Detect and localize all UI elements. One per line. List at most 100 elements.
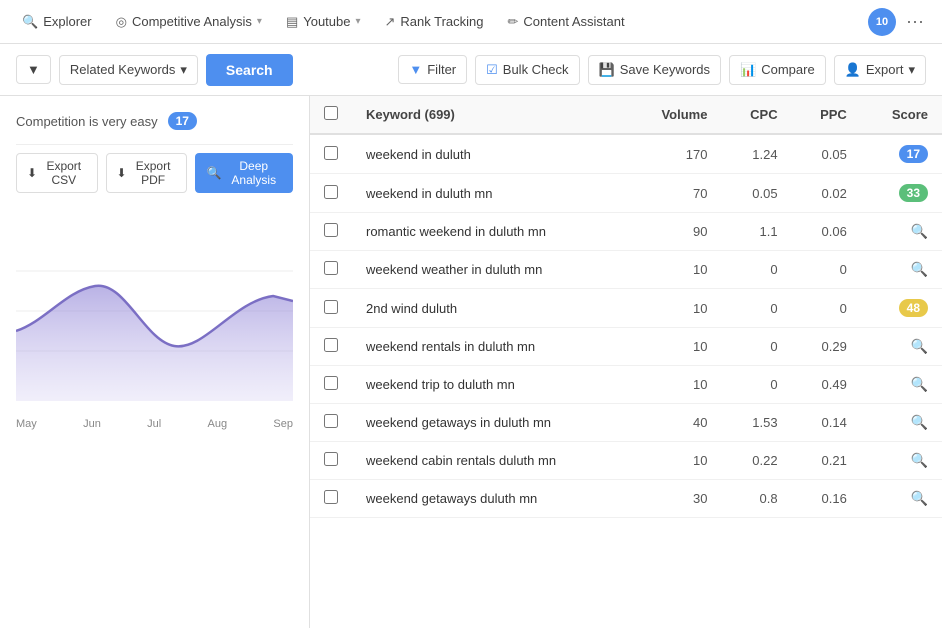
score-cell: 33 — [861, 174, 942, 213]
bulk-check-icon: ☑ — [486, 62, 498, 78]
save-keywords-label: Save Keywords — [620, 62, 710, 77]
table-row: romantic weekend in duluth mn901.10.06🔍 — [310, 213, 942, 251]
related-keywords-dropdown[interactable]: Related Keywords ▾ — [59, 55, 198, 85]
row-checkbox-5[interactable] — [324, 338, 338, 352]
search-icon-btn[interactable]: 🔍 — [911, 452, 928, 469]
cpc-cell: 0.22 — [721, 442, 791, 480]
volume-cell: 90 — [628, 213, 722, 251]
score-cell: 🔍 — [861, 251, 942, 289]
deep-analysis-button[interactable]: 🔍 Deep Analysis — [195, 153, 293, 193]
cpc-cell: 0 — [721, 366, 791, 404]
table-row: weekend in duluth1701.240.0517 — [310, 134, 942, 174]
filter-dropdown-button[interactable]: ▼ — [16, 55, 51, 84]
more-options-button[interactable]: ··· — [900, 11, 930, 32]
filter-icon: ▼ — [409, 62, 422, 77]
nav-item-rank-tracking[interactable]: ↗ Rank Tracking — [375, 8, 494, 36]
volume-cell: 40 — [628, 404, 722, 442]
keyword-cell: weekend trip to duluth mn — [352, 366, 628, 404]
avatar[interactable]: 10 — [868, 8, 896, 36]
keyword-cell: weekend weather in duluth mn — [352, 251, 628, 289]
ppc-cell: 0.06 — [792, 213, 861, 251]
export-button[interactable]: 👤 Export ▾ — [834, 55, 926, 85]
keywords-table-panel: Keyword (699) Volume CPC PPC Score weeke… — [310, 96, 942, 628]
search-icon-btn[interactable]: 🔍 — [911, 490, 928, 507]
row-checkbox-1[interactable] — [324, 185, 338, 199]
row-checkbox-cell — [310, 213, 352, 251]
row-checkbox-7[interactable] — [324, 414, 338, 428]
export-label: Export — [866, 62, 904, 77]
ppc-cell: 0.14 — [792, 404, 861, 442]
search-icon-btn[interactable]: 🔍 — [911, 261, 928, 278]
search-icon-btn[interactable]: 🔍 — [911, 338, 928, 355]
filter-button[interactable]: ▼ Filter — [398, 55, 467, 84]
chevron-down-icon: ▾ — [257, 16, 262, 27]
row-checkbox-cell — [310, 134, 352, 174]
search-icon-btn[interactable]: 🔍 — [911, 414, 928, 431]
volume-cell: 10 — [628, 289, 722, 328]
export-pdf-button[interactable]: ⬇ Export PDF — [106, 153, 187, 193]
keyword-cell: weekend cabin rentals duluth mn — [352, 442, 628, 480]
search-button[interactable]: Search — [206, 54, 293, 86]
export-csv-button[interactable]: ⬇ Export CSV — [16, 153, 98, 193]
volume-col-header: Volume — [628, 96, 722, 134]
volume-cell: 170 — [628, 134, 722, 174]
content-icon: ✏ — [508, 14, 519, 30]
volume-cell: 30 — [628, 480, 722, 518]
row-checkbox-cell — [310, 328, 352, 366]
search-icon-btn[interactable]: 🔍 — [911, 376, 928, 393]
row-checkbox-6[interactable] — [324, 376, 338, 390]
row-checkbox-0[interactable] — [324, 146, 338, 160]
select-all-checkbox[interactable] — [324, 106, 338, 120]
keyword-cell: weekend getaways duluth mn — [352, 480, 628, 518]
row-checkbox-cell — [310, 366, 352, 404]
export-row: ⬇ Export CSV ⬇ Export PDF 🔍 Deep Analysi… — [16, 153, 293, 193]
table-header-row: Keyword (699) Volume CPC PPC Score — [310, 96, 942, 134]
nav-item-competitive-analysis[interactable]: ◎ Competitive Analysis ▾ — [106, 8, 272, 36]
bulk-check-button[interactable]: ☑ Bulk Check — [475, 55, 579, 85]
chevron-down-icon-rk: ▾ — [180, 62, 187, 78]
search-icon-btn[interactable]: 🔍 — [911, 223, 928, 240]
score-cell: 17 — [861, 134, 942, 174]
export-chevron-icon: ▾ — [908, 62, 915, 78]
row-checkbox-4[interactable] — [324, 300, 338, 314]
keyword-cell: weekend rentals in duluth mn — [352, 328, 628, 366]
export-icon: 👤 — [845, 62, 861, 78]
compare-button[interactable]: 📊 Compare — [729, 55, 826, 85]
keyword-cell: weekend in duluth — [352, 134, 628, 174]
row-checkbox-cell — [310, 174, 352, 213]
competition-label: Competition is very easy — [16, 114, 158, 129]
score-cell: 🔍 — [861, 480, 942, 518]
volume-cell: 10 — [628, 251, 722, 289]
row-checkbox-cell — [310, 404, 352, 442]
nav-item-explorer[interactable]: 🔍 Explorer — [12, 8, 102, 36]
keywords-table: Keyword (699) Volume CPC PPC Score weeke… — [310, 96, 942, 518]
row-checkbox-9[interactable] — [324, 490, 338, 504]
score-cell: 🔍 — [861, 442, 942, 480]
volume-cell: 10 — [628, 442, 722, 480]
search-button-label: Search — [226, 62, 273, 78]
chart-label-jun: Jun — [83, 418, 101, 430]
row-checkbox-cell — [310, 289, 352, 328]
score-cell: 48 — [861, 289, 942, 328]
keyword-cell: weekend in duluth mn — [352, 174, 628, 213]
nav-item-youtube[interactable]: ▤ Youtube ▾ — [276, 8, 371, 36]
score-badge: 48 — [899, 299, 928, 317]
row-checkbox-8[interactable] — [324, 452, 338, 466]
export-pdf-icon: ⬇ — [117, 166, 127, 180]
filter-label: Filter — [427, 62, 456, 77]
save-keywords-button[interactable]: 💾 Save Keywords — [588, 55, 722, 85]
table-row: weekend trip to duluth mn1000.49🔍 — [310, 366, 942, 404]
select-all-header — [310, 96, 352, 134]
export-csv-label: Export CSV — [41, 159, 86, 187]
ppc-cell: 0.02 — [792, 174, 861, 213]
row-checkbox-3[interactable] — [324, 261, 338, 275]
competitive-icon: ◎ — [116, 14, 127, 30]
row-checkbox-2[interactable] — [324, 223, 338, 237]
nav-item-content-assistant[interactable]: ✏ Content Assistant — [498, 8, 635, 36]
ppc-cell: 0.05 — [792, 134, 861, 174]
cpc-cell: 0 — [721, 289, 791, 328]
keyword-cell: weekend getaways in duluth mn — [352, 404, 628, 442]
chart-month-labels: May Jun Jul Aug Sep — [16, 414, 293, 434]
deep-analysis-icon: 🔍 — [207, 166, 222, 180]
cpc-cell: 0.05 — [721, 174, 791, 213]
